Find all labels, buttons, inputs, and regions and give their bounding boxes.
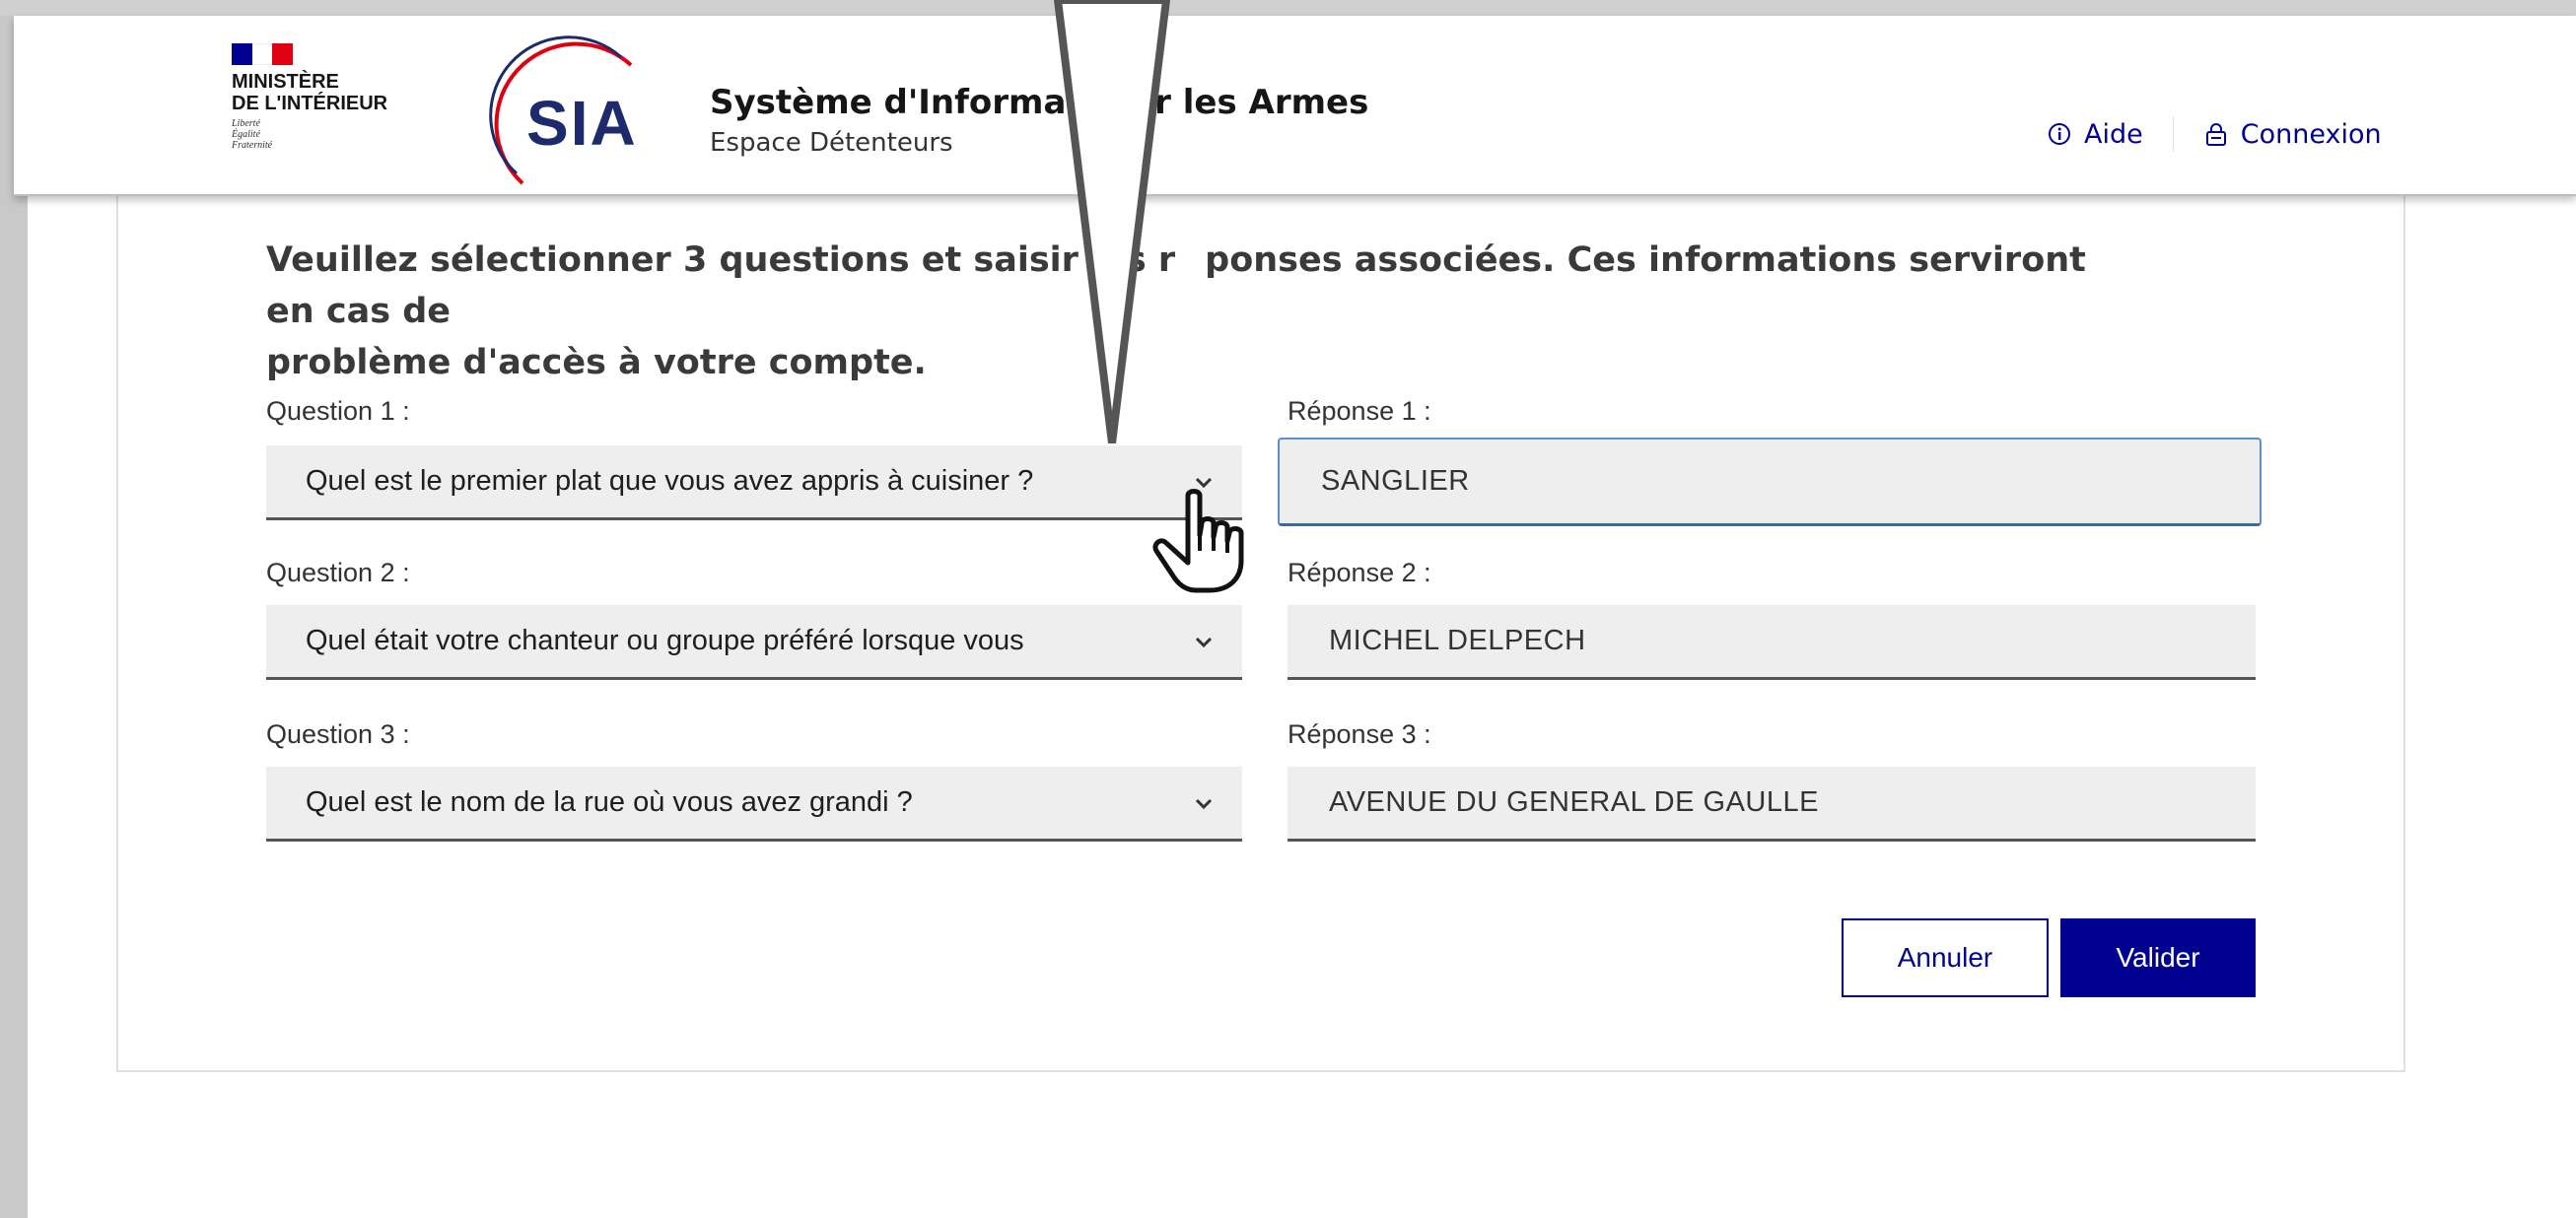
answer-1-label: Réponse 1 : xyxy=(1288,396,1431,426)
sia-logo-text: SIA xyxy=(526,88,638,159)
question-3-label: Question 3 : xyxy=(266,719,410,749)
top-band xyxy=(0,0,2576,16)
motto-fraternite: Fraternité xyxy=(232,140,273,151)
chevron-down-icon xyxy=(1195,798,1213,810)
answer-1-input[interactable]: SANGLIER xyxy=(1278,438,2262,526)
instructions-line-2: problème d'accès à votre compte. xyxy=(266,343,927,382)
hand-cursor-icon xyxy=(1152,489,1244,593)
question-3-value: Quel est le nom de la rue où vous avez g… xyxy=(306,786,913,818)
answer-3-label: Réponse 3 : xyxy=(1288,719,1431,749)
app-title-end: ır les Armes xyxy=(1143,83,1369,122)
motto-egalite: Égalité xyxy=(232,129,260,140)
annotation-arrow-icon xyxy=(1053,0,1171,443)
ministry-name: MINISTÈRE DE L'INTÉRIEUR xyxy=(232,71,429,114)
ministry-logo: MINISTÈRE DE L'INTÉRIEUR Liberté Égalité… xyxy=(232,43,429,171)
question-2-select[interactable]: Quel était votre chanteur ou groupe préf… xyxy=(266,605,1242,680)
answer-2-label: Réponse 2 : xyxy=(1288,558,1431,587)
motto-liberte: Liberté xyxy=(232,118,260,129)
question-1-label: Question 1 : xyxy=(266,396,410,426)
question-3-select[interactable]: Quel est le nom de la rue où vous avez g… xyxy=(266,767,1242,842)
chevron-down-icon xyxy=(1195,637,1213,648)
site-header: MINISTÈRE DE L'INTÉRIEUR Liberté Égalité… xyxy=(14,16,2576,196)
ministry-line-1: MINISTÈRE xyxy=(232,71,339,93)
answer-3-input[interactable]: AVENUE DU GENERAL DE GAULLE xyxy=(1288,767,2256,842)
question-1-value: Quel est le premier plat que vous avez a… xyxy=(306,465,1034,497)
app-subtitle: Espace Détenteurs xyxy=(710,128,953,158)
sia-logo: SIA xyxy=(483,35,651,193)
question-2-value: Quel était votre chanteur ou groupe préf… xyxy=(306,625,1024,656)
help-link[interactable]: Aide xyxy=(2047,119,2143,150)
ministry-line-2: DE L'INTÉRIEUR xyxy=(232,93,388,114)
question-1-select[interactable]: Quel est le premier plat que vous avez a… xyxy=(266,445,1242,520)
validate-button[interactable]: Valider xyxy=(2060,918,2256,997)
republic-motto: Liberté Égalité Fraternité xyxy=(232,118,429,151)
header-nav: Aide Connexion xyxy=(2047,116,2382,152)
answer-2-input[interactable]: MICHEL DELPECH xyxy=(1288,605,2256,680)
help-link-label: Aide xyxy=(2084,118,2143,150)
instructions-part-1: Veuillez sélectionner 3 questions et sai… xyxy=(266,240,1176,280)
french-flag-icon xyxy=(232,43,294,65)
login-link-label: Connexion xyxy=(2240,118,2382,150)
question-2-label: Question 2 : xyxy=(266,558,410,587)
header-separator xyxy=(2172,116,2174,152)
info-icon xyxy=(2049,123,2070,145)
lock-icon xyxy=(2205,123,2226,146)
cancel-button[interactable]: Annuler xyxy=(1842,918,2049,997)
app-title: Système d'Informatic ır les Armes xyxy=(710,83,1368,122)
instructions-text: Veuillez sélectionner 3 questions et sai… xyxy=(266,235,2139,388)
login-link[interactable]: Connexion xyxy=(2203,119,2382,150)
